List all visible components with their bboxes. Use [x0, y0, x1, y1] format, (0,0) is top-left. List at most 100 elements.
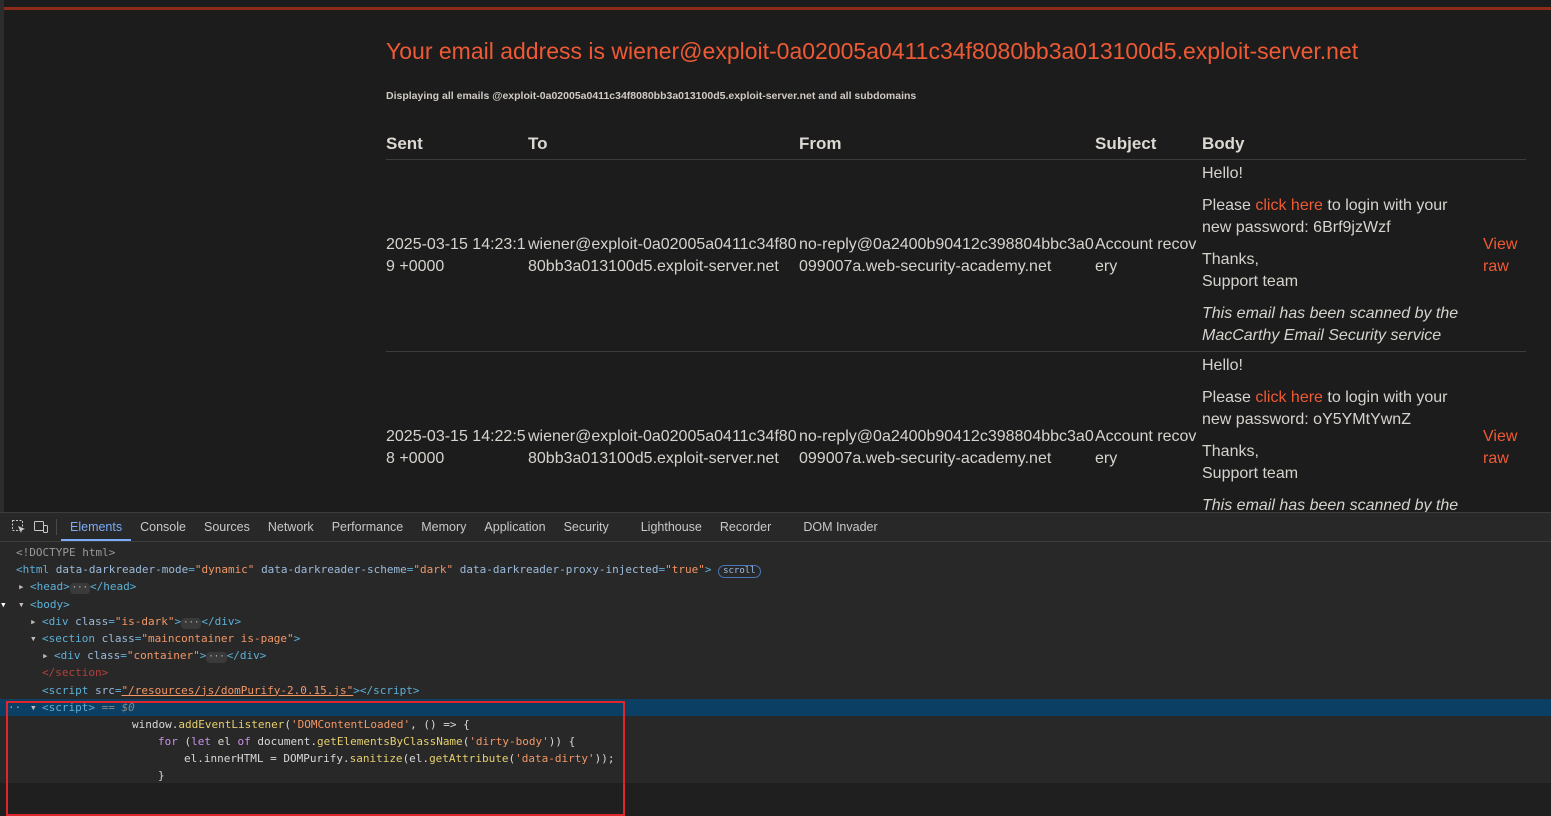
js-function: sanitize: [349, 752, 403, 766]
gutter-marker-icon: ▾: [0, 597, 7, 611]
js-line[interactable]: window.addEventListener('DOMContentLoade…: [0, 716, 1551, 733]
body-scan-note: This email has been scanned by the MacCa…: [1202, 305, 1459, 344]
table-row: 2025-03-15 14:22:58 +0000 wiener@exploit…: [386, 351, 1526, 512]
to-cell: wiener@exploit-0a02005a0411c34f8080bb3a0…: [528, 351, 799, 512]
collapse-triangle-icon[interactable]: ▾: [30, 699, 42, 716]
login-link[interactable]: click here: [1255, 197, 1323, 214]
js-text: (: [177, 735, 192, 749]
more-actions-icon[interactable]: ··: [8, 699, 21, 716]
table-header-row: Sent To From Subject Body: [386, 128, 1526, 160]
dom-tree: <!DOCTYPE html> <html data-darkreader-mo…: [0, 542, 1551, 816]
dom-line-doctype[interactable]: <!DOCTYPE html>: [0, 544, 1551, 561]
tab-application[interactable]: Application: [475, 513, 554, 541]
collapse-triangle-icon[interactable]: ▾: [30, 630, 42, 647]
from-cell: no-reply@0a2400b90412c398804bbc3a0099007…: [799, 159, 1095, 352]
attr-value: "is-dark": [114, 614, 175, 628]
js-keyword: let: [191, 735, 211, 749]
raw-cell: View raw: [1475, 159, 1526, 352]
column-header-from: From: [799, 128, 1095, 160]
js-text: window.: [132, 717, 179, 731]
tab-elements[interactable]: Elements: [61, 513, 132, 541]
expand-triangle-icon[interactable]: ▸: [30, 613, 42, 630]
js-line[interactable]: }: [0, 767, 1551, 784]
js-keyword: for: [158, 735, 178, 749]
column-header-subject: Subject: [1095, 128, 1202, 160]
tab-security[interactable]: Security: [555, 513, 618, 541]
scroll-badge[interactable]: scroll: [718, 565, 761, 579]
subject-cell: Account recovery: [1095, 351, 1202, 512]
sent-cell: 2025-03-15 14:22:58 +0000: [386, 351, 528, 512]
js-text: el: [211, 735, 238, 749]
from-cell: no-reply@0a2400b90412c398804bbc3a0099007…: [799, 351, 1095, 512]
view-raw-link[interactable]: View raw: [1475, 426, 1526, 470]
table-row: 2025-03-15 14:23:19 +0000 wiener@exploit…: [386, 159, 1526, 352]
page-viewport: Your email address is wiener@exploit-0a0…: [0, 0, 1551, 512]
attr-value: "maincontainer is-page": [141, 631, 294, 645]
dom-line-script-src[interactable]: <script src="/resources/js/domPurify-2.0…: [0, 682, 1551, 699]
attr-name: data-darkreader-proxy-injected: [459, 563, 659, 577]
toolbar-divider: [56, 519, 57, 535]
tab-recorder[interactable]: Recorder: [711, 513, 780, 541]
js-function: addEventListener: [178, 717, 285, 731]
attr-value: "dynamic": [194, 563, 255, 577]
attr-name: data-darkreader-mode: [55, 563, 189, 577]
body-signature: Support team: [1202, 465, 1299, 482]
attr-value: "true": [665, 563, 705, 577]
sent-cell: 2025-03-15 14:23:19 +0000: [386, 159, 528, 352]
collapse-triangle-icon[interactable]: ▾: [18, 596, 30, 613]
dom-line-body[interactable]: ▾ ▾ <body>: [0, 596, 1551, 613]
device-toolbar-icon[interactable]: [30, 516, 52, 538]
tab-sources[interactable]: Sources: [195, 513, 259, 541]
js-function: getAttribute: [429, 752, 509, 766]
js-text: el.innerHTML = DOMPurify.: [184, 752, 350, 766]
doctype-text: <!DOCTYPE html>: [16, 546, 116, 559]
login-link[interactable]: click here: [1255, 389, 1323, 406]
attr-value: "dark": [413, 563, 454, 577]
tab-performance[interactable]: Performance: [323, 513, 413, 541]
subject-cell: Account recovery: [1095, 159, 1202, 352]
raw-cell: View raw: [1475, 351, 1526, 512]
dom-line-div-container[interactable]: ▸ <div class="container"> ··· </div>: [0, 647, 1551, 664]
dom-line-inline-script[interactable]: ·· ▾ <script> == $0: [0, 698, 1551, 716]
body-cell: Hello! Please click here to login with y…: [1202, 351, 1475, 512]
dom-line-html[interactable]: <html data-darkreader-mode="dynamic" dat…: [0, 561, 1551, 579]
body-text: Please: [1202, 389, 1256, 406]
ellipsis-icon[interactable]: ···: [206, 652, 227, 664]
dom-line-head[interactable]: ▸ <head> ··· </head>: [0, 578, 1551, 595]
tab-network[interactable]: Network: [259, 513, 323, 541]
column-header-raw: [1475, 128, 1526, 160]
ellipsis-icon[interactable]: ···: [181, 617, 202, 629]
tab-console[interactable]: Console: [131, 513, 195, 541]
inspect-element-icon[interactable]: [8, 516, 30, 538]
tab-lighthouse[interactable]: Lighthouse: [632, 513, 711, 541]
email-address-heading: Your email address is wiener@exploit-0a0…: [386, 38, 1359, 64]
body-cell: Hello! Please click here to login with y…: [1202, 159, 1475, 352]
body-text: Please: [1202, 197, 1256, 214]
js-string: 'dirty-body': [469, 735, 549, 749]
column-header-sent: Sent: [386, 128, 528, 160]
js-text: document.: [250, 735, 317, 749]
expand-triangle-icon[interactable]: ▸: [18, 578, 30, 595]
script-src-link[interactable]: "/resources/js/domPurify-2.0.15.js": [121, 684, 353, 697]
emails-table: Sent To From Subject Body 2025-03-15 14:…: [386, 128, 1526, 512]
js-text: }: [158, 769, 165, 783]
dom-line-div-is-dark[interactable]: ▸ <div class="is-dark"> ··· </div>: [0, 613, 1551, 630]
column-header-body: Body: [1202, 128, 1475, 160]
js-function: getElementsByClassName: [316, 735, 463, 749]
devtools-tabbar: Elements Console Sources Network Perform…: [0, 513, 1551, 542]
column-header-to: To: [528, 128, 799, 160]
view-raw-link[interactable]: View raw: [1475, 234, 1526, 278]
to-cell: wiener@exploit-0a02005a0411c34f8080bb3a0…: [528, 159, 799, 352]
js-line[interactable]: for (let el of document.getElementsByCla…: [0, 733, 1551, 750]
tab-dom-invader[interactable]: DOM Invader: [794, 513, 886, 541]
dom-line-section[interactable]: ▾ <section class="maincontainer is-page">: [0, 630, 1551, 647]
dom-line-section-close[interactable]: </section>: [0, 664, 1551, 681]
js-string: 'DOMContentLoaded': [290, 717, 411, 731]
selected-node-marker: == $0: [101, 700, 135, 714]
emails-subtitle: Displaying all emails @exploit-0a02005a0…: [386, 90, 917, 102]
body-password-line: Please click here to login with your new…: [1202, 387, 1475, 431]
ellipsis-icon[interactable]: ···: [69, 583, 91, 595]
expand-triangle-icon[interactable]: ▸: [42, 647, 54, 664]
js-line[interactable]: el.innerHTML = DOMPurify.sanitize(el.get…: [0, 750, 1551, 767]
tab-memory[interactable]: Memory: [412, 513, 475, 541]
